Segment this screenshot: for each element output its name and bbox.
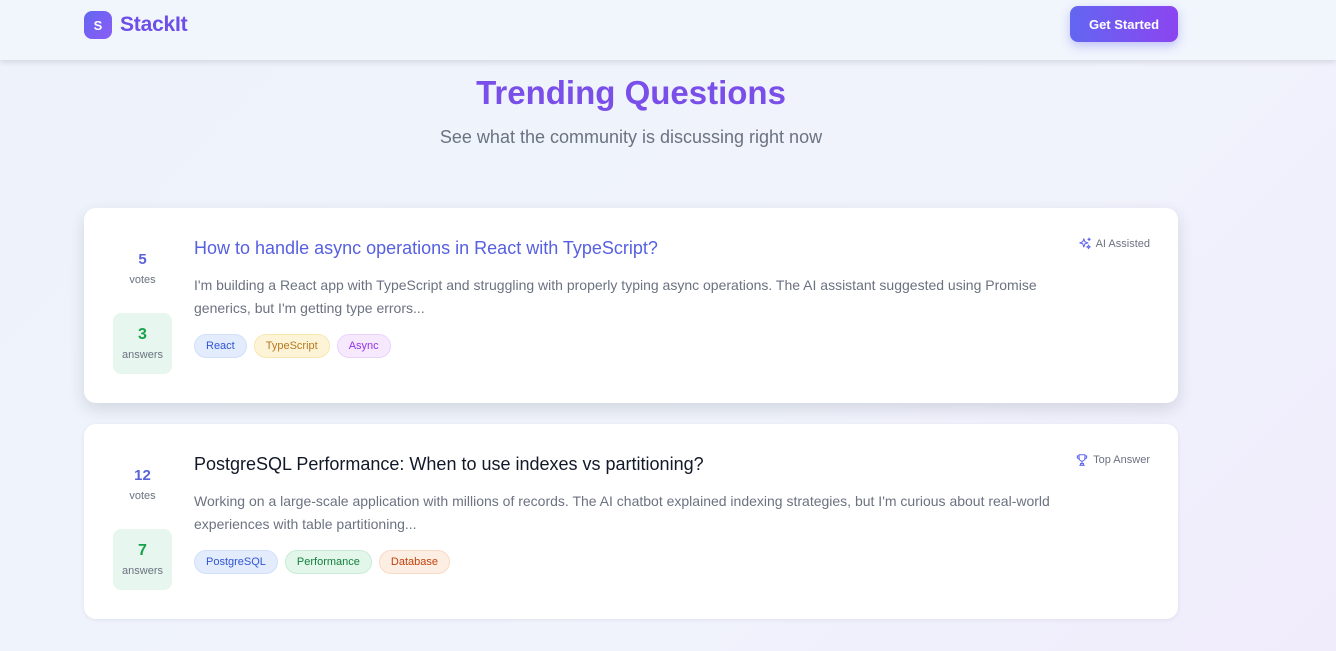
ai-assisted-badge: AI Assisted [1078, 237, 1150, 251]
vote-label: votes [129, 274, 156, 286]
trophy-icon [1075, 453, 1089, 467]
answer-count: 7 [138, 542, 147, 559]
brand-logo[interactable]: S StackIt [84, 11, 188, 39]
tag-database[interactable]: Database [378, 550, 450, 574]
tag-list: PostgreSQL Performance Database [194, 550, 450, 574]
sparkles-icon [1078, 237, 1092, 251]
answer-label: answers [122, 349, 163, 361]
question-title-link[interactable]: PostgreSQL Performance: When to use inde… [194, 454, 704, 475]
vote-count: 12 [134, 467, 151, 484]
tag-async[interactable]: Async [336, 334, 391, 358]
tag-list: React TypeScript Async [194, 334, 391, 358]
page-subtitle: See what the community is discussing rig… [439, 127, 823, 147]
badge-label: Top Answer [1093, 454, 1150, 466]
vote-label: votes [129, 490, 156, 502]
answer-count: 3 [138, 326, 147, 343]
page-title: Trending Questions [476, 74, 786, 111]
answers-box: 3 answers [113, 313, 172, 374]
question-card[interactable]: 12 votes 7 answers PostgreSQL Performanc… [84, 424, 1178, 619]
question-excerpt: I'm building a React app with TypeScript… [194, 277, 1037, 316]
brand-name: StackIt [120, 13, 188, 36]
badge-label: AI Assisted [1095, 238, 1150, 250]
vote-count: 5 [138, 251, 147, 268]
answer-label: answers [122, 565, 163, 577]
question-card[interactable]: 5 votes 3 answers How to handle async op… [84, 208, 1178, 403]
logo-mark-icon: S [84, 11, 112, 39]
tag-performance[interactable]: Performance [284, 550, 372, 574]
tag-react[interactable]: React [194, 334, 247, 358]
answers-box: 7 answers [113, 529, 172, 590]
get-started-button[interactable]: Get Started [1070, 6, 1178, 42]
question-excerpt: Working on a large-scale application wit… [194, 493, 1050, 532]
tag-typescript[interactable]: TypeScript [253, 334, 330, 358]
top-answer-badge: Top Answer [1075, 453, 1150, 467]
top-navbar: S StackIt Get Started [0, 0, 1336, 60]
question-title-link[interactable]: How to handle async operations in React … [194, 238, 658, 259]
tag-postgresql[interactable]: PostgreSQL [194, 550, 278, 574]
